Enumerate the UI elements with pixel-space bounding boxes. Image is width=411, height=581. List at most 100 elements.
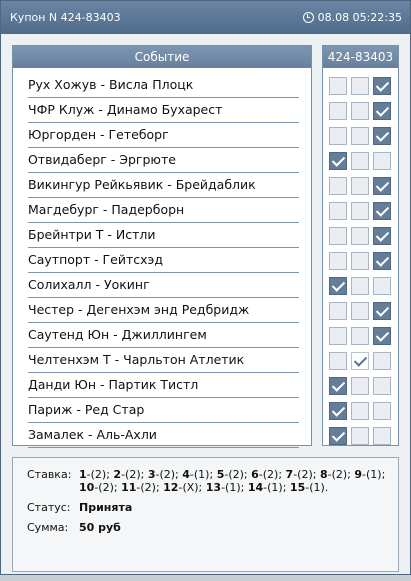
- status-row: Статус: Принята: [27, 501, 398, 514]
- pick-row: [323, 323, 398, 348]
- titlebar: Купон N 424-83403 08.08 05:22:35: [1, 1, 410, 34]
- pick-checkbox[interactable]: [329, 401, 347, 420]
- pick-checkbox[interactable]: [373, 176, 391, 195]
- pick-checkbox[interactable]: [351, 226, 369, 245]
- pick-row: [323, 223, 398, 248]
- stake-row: Ставка: 1-(2); 2-(2); 3-(2); 4-(1); 5-(2…: [27, 468, 398, 494]
- event-name: Брейнтри Т - Истли: [28, 227, 156, 242]
- pick-row: [323, 248, 398, 273]
- pick-row: [323, 198, 398, 223]
- pick-checkbox[interactable]: [373, 351, 391, 370]
- pick-checkbox[interactable]: [351, 176, 369, 195]
- event-row: Викингур Рейкьявик - Брейдаблик: [28, 173, 299, 198]
- pick-checkbox[interactable]: [329, 326, 347, 345]
- event-row: Честер - Дегенхэм энд Редбридж: [28, 298, 299, 323]
- picks-header: 424-83403: [323, 46, 398, 68]
- pick-checkbox[interactable]: [373, 101, 391, 120]
- pick-checkbox[interactable]: [351, 101, 369, 120]
- pick-checkbox[interactable]: [329, 151, 347, 170]
- event-row: Юргорден - Гетеборг: [28, 123, 299, 148]
- event-row: Магдебург - Падерборн: [28, 198, 299, 223]
- sum-value: 50 руб: [79, 521, 121, 534]
- pick-checkbox[interactable]: [351, 76, 369, 95]
- pick-checkbox[interactable]: [329, 301, 347, 320]
- event-row: Данди Юн - Партик Тистл: [28, 373, 299, 398]
- event-row: Париж - Ред Стар: [28, 398, 299, 423]
- pick-checkbox[interactable]: [373, 401, 391, 420]
- stake-outcome: -(X);: [178, 481, 206, 494]
- status-value: Принята: [79, 501, 133, 514]
- stake-event-number: 4: [182, 468, 190, 481]
- pick-checkbox[interactable]: [351, 376, 369, 395]
- pick-checkbox[interactable]: [329, 76, 347, 95]
- pick-checkbox[interactable]: [351, 351, 369, 370]
- clock-icon: [302, 12, 314, 23]
- pick-checkbox[interactable]: [329, 201, 347, 220]
- pick-checkbox[interactable]: [351, 201, 369, 220]
- event-name: Честер - Дегенхэм энд Редбридж: [28, 302, 250, 317]
- summary-panel: Ставка: 1-(2); 2-(2); 3-(2); 4-(1); 5-(2…: [12, 457, 399, 572]
- event-name: Юргорден - Гетеборг: [28, 127, 169, 142]
- pick-checkbox[interactable]: [373, 251, 391, 270]
- stake-event-number: 9: [354, 468, 363, 481]
- stake-outcome: -(1).: [305, 481, 329, 494]
- pick-checkbox[interactable]: [373, 301, 391, 320]
- pick-checkbox[interactable]: [373, 201, 391, 220]
- stake-event-number: 13: [205, 481, 222, 494]
- event-name: Магдебург - Падерборн: [28, 202, 185, 217]
- stake-outcome: -(2);: [258, 468, 286, 481]
- pick-checkbox[interactable]: [329, 251, 347, 270]
- pick-checkbox[interactable]: [329, 351, 347, 370]
- window-title: Купон N 424-83403: [10, 11, 121, 24]
- stake-outcome: -(1);: [263, 481, 290, 494]
- pick-checkbox[interactable]: [351, 401, 369, 420]
- pick-checkbox[interactable]: [351, 301, 369, 320]
- pick-checkbox[interactable]: [351, 276, 369, 295]
- pick-checkbox[interactable]: [329, 126, 347, 145]
- pick-checkbox[interactable]: [329, 176, 347, 195]
- pick-checkbox[interactable]: [351, 151, 369, 170]
- pick-checkbox[interactable]: [373, 76, 391, 95]
- pick-checkbox[interactable]: [329, 101, 347, 120]
- pick-checkbox[interactable]: [373, 426, 391, 445]
- stake-outcome: -(2);: [155, 468, 183, 481]
- pick-checkbox[interactable]: [329, 226, 347, 245]
- pick-row: [323, 123, 398, 148]
- event-name: Рух Хожув - Висла Плоцк: [28, 77, 194, 92]
- stake-outcome: -(2);: [94, 481, 122, 494]
- pick-checkbox[interactable]: [373, 151, 391, 170]
- datetime-box: 08.08 05:22:35: [302, 11, 402, 24]
- pick-checkbox[interactable]: [373, 276, 391, 295]
- stake-outcome: -(1);: [221, 481, 248, 494]
- stake-outcome: -(2);: [136, 481, 164, 494]
- pick-checkbox[interactable]: [373, 326, 391, 345]
- stake-event-number: 11: [121, 481, 137, 494]
- pick-checkbox[interactable]: [351, 326, 369, 345]
- picks-panel: 424-83403: [322, 45, 399, 446]
- stake-event-number: 10: [79, 481, 95, 494]
- sum-label: Сумма:: [27, 521, 69, 534]
- coupon-window: Купон N 424-83403 08.08 05:22:35 Событие…: [0, 0, 411, 575]
- pick-checkbox[interactable]: [351, 126, 369, 145]
- pick-row: [323, 173, 398, 198]
- pick-checkbox[interactable]: [373, 126, 391, 145]
- picks-list: [323, 73, 398, 448]
- stake-event-number: 8: [319, 468, 328, 481]
- pick-row: [323, 273, 398, 298]
- pick-checkbox[interactable]: [373, 226, 391, 245]
- events-panel: Событие Рух Хожув - Висла Плоцк ЧФР Клуж …: [12, 45, 312, 448]
- stake-outcome: -(1);: [362, 468, 386, 481]
- stake-event-number: 3: [147, 468, 156, 481]
- event-name: Саутпорт - Гейтсхэд: [28, 252, 164, 267]
- event-row: Отвидаберг - Эргрюте: [28, 148, 299, 173]
- pick-checkbox[interactable]: [351, 251, 369, 270]
- pick-checkbox[interactable]: [329, 426, 347, 445]
- event-name: Солихалл - Уокинг: [28, 277, 150, 292]
- event-name: Челтенхэм Т - Чарльтон Атлетик: [28, 352, 245, 367]
- pick-checkbox[interactable]: [351, 426, 369, 445]
- pick-checkbox[interactable]: [329, 376, 347, 395]
- pick-checkbox[interactable]: [329, 276, 347, 295]
- pick-checkbox[interactable]: [373, 376, 391, 395]
- stake-event-number: 1: [79, 468, 87, 481]
- stake-label: Ставка:: [27, 468, 72, 481]
